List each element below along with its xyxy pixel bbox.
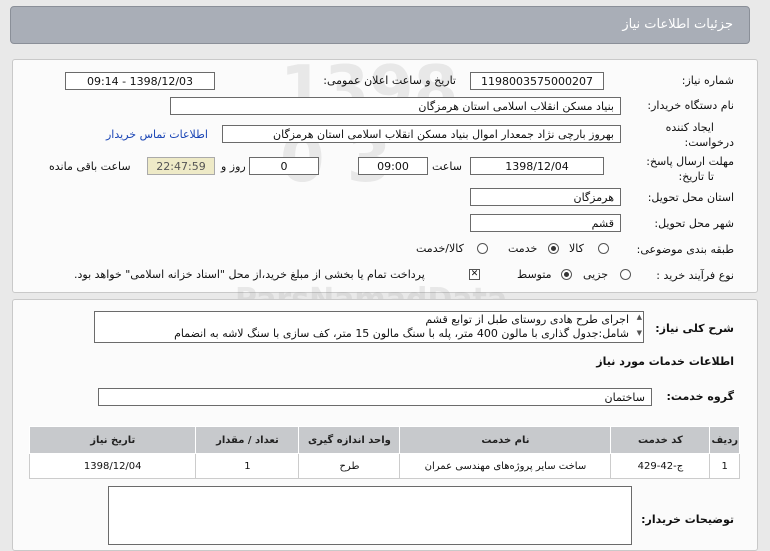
buyer-contact-link[interactable]: اطلاعات تماس خریدار [106,128,208,141]
scroll-up-icon[interactable]: ▲ [637,313,642,321]
description-textarea: اجرای طرح هادی روستای طبل از توابع قشم ش… [94,311,644,343]
services-heading: اطلاعات خدمات مورد نیاز [596,355,734,368]
cell-date: 1398/12/04 [28,453,197,479]
deadline-label-cont: تا تاریخ: [678,170,714,183]
city-field: قشم [470,214,621,232]
process-medium-radio[interactable] [561,269,572,280]
province-label: استان محل تحویل: [647,191,734,204]
service-group-field: ساختمان [98,388,652,406]
service-group-label: گروه خدمت: [666,390,734,403]
need-number-field: 1198003575000207 [470,72,604,90]
cell-unit: طرح [298,453,401,479]
page-title: جزئیات اطلاعات نیاز [622,17,733,32]
buyer-notes-label: توضیحات خریدار: [641,513,734,526]
cell-row: 1 [709,453,740,479]
scroll-down-icon[interactable]: ▼ [637,329,642,337]
requester-label-cont: درخواست: [684,136,734,149]
announce-field: 1398/12/03 - 09:14 [65,72,215,90]
cell-name: ساخت سایر پروژه‌های مهندسی عمران [399,453,612,479]
description-line-1: اجرای طرح هادی روستای طبل از توابع قشم [425,313,629,326]
category-label: طبقه بندی موضوعی: [636,243,734,256]
days-label: روز و [221,160,246,173]
deadline-label: مهلت ارسال پاسخ: [646,155,734,168]
col-unit: واحد اندازه گیری [298,426,401,454]
buyer-org-label: نام دستگاه خریدار: [647,99,734,112]
city-label: شهر محل تحویل: [654,217,734,230]
remaining-time-field: 22:47:59 [147,157,215,175]
category-goods-service-label: کالا/خدمت [416,242,464,255]
deadline-time-label: ساعت [432,160,462,173]
category-service-label: خدمت [508,242,538,255]
treasury-payment-note: پرداخت تمام یا بخشی از مبلغ خرید،از محل … [74,268,425,281]
deadline-date-field: 1398/12/04 [470,157,604,175]
category-goods-radio[interactable] [598,243,609,254]
services-table: ردیف کد خدمت نام خدمت واحد اندازه گیری ت… [28,426,740,479]
cell-qty: 1 [195,453,300,479]
col-code: کد خدمت [610,426,711,454]
process-minor-radio[interactable] [620,269,631,280]
description-label: شرح کلی نیاز: [655,322,734,335]
treasury-payment-checkbox[interactable]: ✕ [469,269,480,280]
col-date: تاریخ نیاز [28,426,197,454]
announce-label: تاریخ و ساعت اعلان عمومی: [323,74,456,87]
services-table-header: ردیف کد خدمت نام خدمت واحد اندازه گیری ت… [28,426,740,454]
deadline-time-field: 09:00 [358,157,428,175]
category-service-radio[interactable] [548,243,559,254]
description-line-2: شامل:جدول گذاری با مالون 400 متر، پله با… [174,327,629,340]
col-name: نام خدمت [399,426,612,454]
remaining-label: ساعت باقی مانده [49,160,131,173]
buyer-org-field: بنیاد مسکن انقلاب اسلامی استان هرمزگان [170,97,621,115]
page-header: جزئیات اطلاعات نیاز [10,6,750,44]
buyer-notes-field [108,486,632,545]
process-minor-label: جزیی [583,268,609,281]
province-field: هرمزگان [470,188,621,206]
process-label: نوع فرآیند خرید : [656,269,734,282]
requester-field: بهروز بارچی نژاد جمعدار اموال بنیاد مسکن… [222,125,621,143]
process-medium-label: متوسط [517,268,552,281]
category-goods-label: کالا [569,242,584,255]
days-remaining-field: 0 [249,157,319,175]
need-number-label: شماره نیاز: [681,74,734,87]
category-goods-service-radio[interactable] [477,243,488,254]
col-row: ردیف [709,426,740,454]
table-row: 1 ج-42-429 ساخت سایر پروژه‌های مهندسی عم… [28,453,740,479]
cell-code: ج-42-429 [610,453,711,479]
col-qty: تعداد / مقدار [195,426,300,454]
requester-label: ایجاد کننده [665,121,714,134]
